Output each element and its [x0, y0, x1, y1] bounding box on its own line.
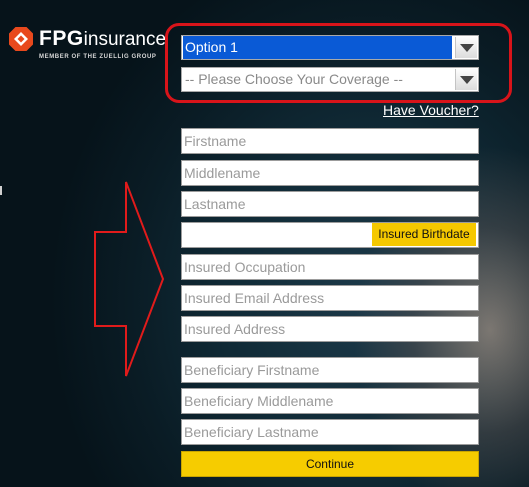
option-select-value: Option 1: [183, 36, 452, 59]
logo-brand-text: FPGinsurance: [39, 27, 167, 50]
beneficiary-lastname-input[interactable]: [181, 419, 479, 445]
coverage-select[interactable]: -- Please Choose Your Coverage --: [181, 67, 479, 92]
beneficiary-middlename-input[interactable]: [181, 388, 479, 414]
text-cursor-mark: [0, 186, 2, 195]
middlename-input[interactable]: [181, 160, 479, 186]
logo-tagline: MEMBER OF THE ZUELLIG GROUP: [39, 54, 157, 60]
lastname-input[interactable]: [181, 191, 479, 217]
red-arrow-annotation: [94, 181, 165, 377]
firstname-input[interactable]: [181, 128, 479, 154]
continue-button[interactable]: Continue: [181, 451, 479, 477]
fpg-logo-icon: [9, 27, 33, 51]
fpg-logo: FPGinsurance MEMBER OF THE ZUELLIG GROUP: [8, 26, 168, 66]
address-input[interactable]: [181, 316, 479, 342]
option-select[interactable]: Option 1: [181, 35, 479, 60]
have-voucher-link[interactable]: Have Voucher?: [383, 102, 479, 118]
email-input[interactable]: [181, 285, 479, 311]
occupation-input[interactable]: [181, 254, 479, 280]
chevron-down-icon[interactable]: [455, 69, 477, 90]
coverage-select-value: -- Please Choose Your Coverage --: [185, 71, 403, 87]
chevron-down-icon[interactable]: [455, 37, 477, 58]
insured-birthdate-button[interactable]: Insured Birthdate: [372, 223, 476, 246]
beneficiary-firstname-input[interactable]: [181, 357, 479, 383]
